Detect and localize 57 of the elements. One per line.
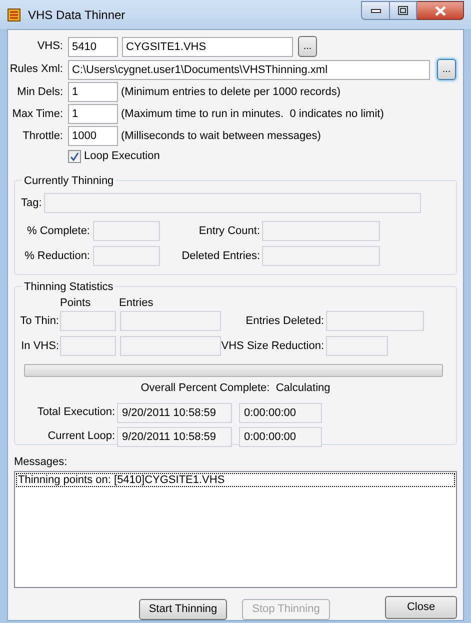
column-header: Entries bbox=[119, 296, 154, 310]
messages-label: Messages: bbox=[14, 455, 68, 470]
percent-reduction-field bbox=[93, 246, 160, 266]
check-icon bbox=[70, 152, 79, 160]
points-field bbox=[60, 311, 116, 331]
field-label: Max Time: bbox=[11, 106, 63, 122]
action-button[interactable]: Start Thinning bbox=[139, 598, 227, 620]
group-title: Currently Thinning bbox=[22, 173, 116, 190]
messages-list[interactable]: Thinning points on: [5410]CYGSITE1.VHS bbox=[14, 470, 457, 588]
option-field[interactable]: 1000 bbox=[68, 126, 118, 146]
hint-text: (Minimum entries to delete per 1000 records) bbox=[121, 84, 340, 100]
loop-execution-checkbox[interactable]: Loop Execution bbox=[68, 148, 463, 164]
elapsed-time-field: 0:00:00:00 bbox=[239, 402, 322, 422]
field-label: Current Loop: bbox=[46, 429, 115, 444]
field-label: To Thin: bbox=[19, 314, 59, 329]
field-label: VHS: bbox=[36, 39, 63, 54]
window-title: VHS Data Thinner bbox=[28, 6, 126, 24]
percent-complete-field bbox=[93, 221, 160, 241]
checkbox[interactable] bbox=[68, 150, 81, 162]
rules-path-field[interactable]: C:\Users\cygnet.user1\Documents\VHSThinning.xml bbox=[68, 60, 430, 80]
hint-text: (Maximum time to run in minutes. 0 indicates no limit) bbox=[121, 106, 384, 122]
browse-button[interactable]: ... bbox=[437, 59, 456, 80]
close-window-button[interactable] bbox=[417, 1, 464, 20]
column-header: Points bbox=[60, 296, 92, 310]
field-label: % Reduction: bbox=[24, 248, 90, 264]
field-label: Throttle: bbox=[22, 128, 63, 144]
points-field bbox=[60, 336, 116, 356]
option-field[interactable]: 1 bbox=[68, 104, 118, 124]
field-label: % Complete: bbox=[26, 224, 90, 239]
vhs-size-reduction-field bbox=[326, 336, 388, 356]
field-label: Total Execution: bbox=[36, 405, 115, 420]
site-field[interactable]: 5410 bbox=[68, 36, 118, 56]
field-label: Entries Deleted: bbox=[244, 314, 324, 329]
maximize-icon bbox=[398, 6, 408, 15]
file-field[interactable]: CYGSITE1.VHS bbox=[122, 36, 293, 56]
field-label: Deleted Entries: bbox=[180, 248, 260, 264]
maximize-button[interactable] bbox=[390, 1, 417, 20]
start-time-field: 9/20/2011 10:58:59 bbox=[117, 426, 232, 446]
minimize-icon bbox=[370, 8, 380, 12]
field-label: In VHS: bbox=[20, 338, 59, 354]
elapsed-time-field: 0:00:00:00 bbox=[239, 426, 322, 446]
field-label: VHS Size Reduction: bbox=[221, 338, 324, 354]
overall-status-text: Overall Percent Complete: Calculating bbox=[140, 381, 330, 396]
message-item[interactable]: Thinning points on: [5410]CYGSITE1.VHS bbox=[16, 472, 455, 486]
hint-text: (Milliseconds to wait between messages) bbox=[121, 128, 321, 144]
field-label: Min Dels: bbox=[16, 84, 63, 100]
close-icon bbox=[434, 6, 446, 16]
start-time-field: 9/20/2011 10:58:59 bbox=[117, 402, 232, 422]
option-field[interactable]: 1 bbox=[68, 82, 118, 102]
group-title: Thinning Statistics bbox=[22, 279, 116, 296]
app-icon bbox=[6, 6, 22, 22]
field-label: Rules Xml: bbox=[8, 62, 63, 78]
close-button[interactable]: Close bbox=[385, 596, 457, 618]
field-label: Entry Count: bbox=[198, 224, 260, 239]
minimize-button[interactable] bbox=[361, 1, 390, 20]
field-label: Tag: bbox=[21, 196, 42, 211]
browse-button[interactable]: ... bbox=[298, 36, 317, 57]
